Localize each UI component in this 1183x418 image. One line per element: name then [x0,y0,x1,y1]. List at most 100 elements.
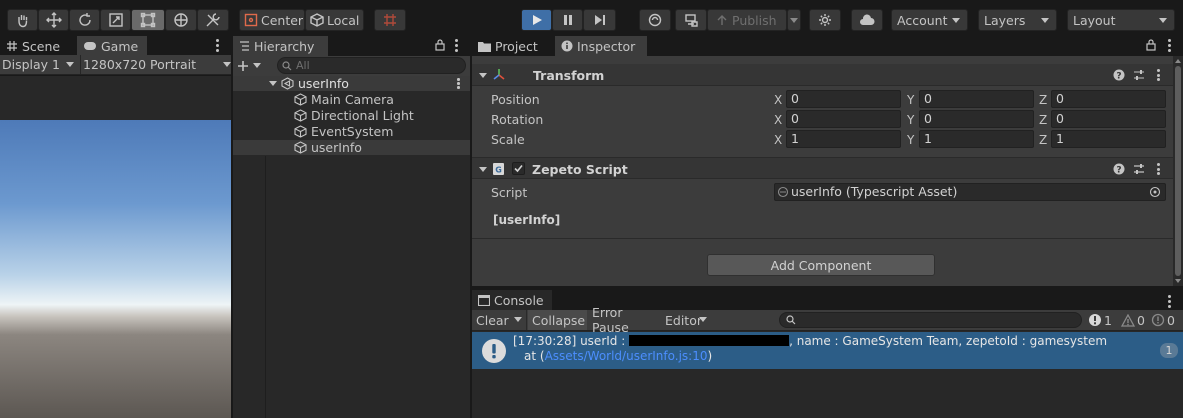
chevron-down-icon [952,18,960,23]
list-item-selected[interactable]: userInfo [233,140,470,155]
scale-y-field[interactable]: 1 [919,130,1034,148]
scale-z-field[interactable]: 1 [1051,130,1166,148]
clear-label: Clear [476,312,509,328]
chevron-up-icon[interactable] [1175,59,1181,63]
step-icon [594,15,605,25]
rect-tool-button[interactable] [131,9,165,31]
hierarchy-search[interactable]: All [277,57,466,74]
layers-dropdown[interactable]: Layers [978,9,1057,31]
console-log-entry[interactable]: [17:30:28] userId : , name : GameSystem … [472,332,1183,369]
console-search[interactable] [779,312,1082,328]
position-y-field[interactable]: 0 [919,90,1034,108]
scene-row[interactable]: userInfo [233,76,470,91]
zepeto-sync-button[interactable] [639,9,671,31]
zepeto-settings-button[interactable] [809,9,841,31]
tab-game[interactable]: Game [77,36,147,56]
help-icon[interactable]: ? [1113,163,1125,175]
component-enabled-checkbox[interactable] [512,162,525,175]
cloud-button[interactable] [851,9,883,31]
resolution-dropdown[interactable]: 1280x720 Portrait [80,55,231,74]
grid-snap-button[interactable] [374,9,406,31]
kebab-menu-icon[interactable] [455,39,458,54]
info-filter-toggle[interactable]: 1 [1086,310,1120,330]
chevron-down-icon [1159,18,1167,23]
lock-icon[interactable] [435,39,445,51]
lock-icon[interactable] [1146,39,1156,51]
chevron-down-icon[interactable] [269,81,277,86]
kebab-menu-icon[interactable] [1157,163,1160,177]
list-item-label: Directional Light [311,108,414,123]
kebab-menu-icon[interactable] [457,78,460,90]
add-component-button[interactable]: Add Component [707,254,935,276]
move-tool-button[interactable] [38,9,69,31]
pivot-mode-button[interactable]: Center [239,9,305,31]
list-item[interactable]: Main Camera [233,92,470,107]
search-placeholder: All [296,59,310,72]
kebab-menu-icon[interactable] [1157,69,1160,83]
warning-filter-toggle[interactable]: 0 [1120,310,1150,330]
tab-project[interactable]: Project [472,36,554,56]
inspector-scrollbar[interactable] [1173,56,1183,286]
console-tabbar: Console [472,290,1183,310]
editor-dropdown[interactable]: Editor [661,310,711,330]
rotation-y-field[interactable]: 0 [919,110,1034,128]
kebab-menu-icon[interactable] [1168,295,1171,310]
chevron-down-icon[interactable] [479,167,487,172]
tab-inspector[interactable]: Inspector [555,36,647,56]
zepeto-devices-button[interactable] [675,9,707,31]
transform-header[interactable]: Transform ? [472,64,1173,86]
scale-x-field[interactable]: 1 [786,130,901,148]
display-dropdown[interactable]: Display 1 [2,55,78,74]
transform-tool-button[interactable] [165,9,197,31]
svg-text:?: ? [1116,166,1121,176]
chevron-down-icon[interactable] [479,73,487,78]
custom-tool-button[interactable] [197,9,229,31]
script-object-field[interactable]: userInfo (Typescript Asset) [774,183,1166,201]
rotate-tool-button[interactable] [69,9,100,31]
rotation-z-field[interactable]: 0 [1051,110,1166,128]
preset-sliders-icon[interactable] [1133,163,1145,175]
list-item[interactable]: Directional Light [233,108,470,123]
create-button[interactable] [237,57,267,74]
scale-tool-button[interactable] [100,9,131,31]
gameobject-cube-icon [294,93,307,106]
play-button[interactable] [521,9,552,31]
grid-snap-icon [384,14,396,26]
error-filter-toggle[interactable]: 0 [1150,310,1183,330]
console-icon [478,294,490,306]
publish-button[interactable]: Publish [707,9,787,31]
hand-tool-button[interactable] [7,9,38,31]
tab-hierarchy[interactable]: Hierarchy [233,36,328,56]
collapse-toggle[interactable]: Collapse [528,310,587,330]
console-panel: Console Clear Collapse Error Pause Edito… [472,290,1183,418]
kebab-menu-icon[interactable] [216,39,219,54]
error-pause-toggle[interactable]: Error Pause [588,305,660,335]
clear-dropdown[interactable]: Clear [472,310,527,330]
zepeto-script-header[interactable]: G Zepeto Script ? [472,157,1173,179]
preset-sliders-icon[interactable] [1133,69,1145,81]
rotation-x-field[interactable]: 0 [786,110,901,128]
pause-button[interactable] [552,9,583,31]
cloud-icon [860,14,875,25]
log-message-line: [17:30:28] userId : , name : GameSystem … [513,334,1107,348]
check-icon [514,164,523,173]
tab-console[interactable]: Console [472,290,552,310]
list-item-label: userInfo [311,140,362,155]
object-picker-icon[interactable] [1149,186,1161,198]
kebab-menu-icon[interactable] [1168,39,1171,54]
chevron-down-icon[interactable] [1175,279,1181,283]
step-button[interactable] [583,9,616,31]
space-mode-button[interactable]: Local [305,9,364,31]
game-view-render[interactable] [0,120,231,418]
help-icon[interactable]: ? [1113,69,1125,81]
position-z-field[interactable]: 0 [1051,90,1166,108]
source-link[interactable]: Assets/World/userInfo.js:10 [545,349,708,363]
account-dropdown[interactable]: Account [891,9,968,31]
chevron-down-icon [253,63,261,68]
publish-dropdown-button[interactable] [787,9,801,31]
list-item[interactable]: EventSystem [233,124,470,139]
position-x-field[interactable]: 0 [786,90,901,108]
tab-scene[interactable]: Scene [0,36,76,56]
layout-dropdown[interactable]: Layout [1067,9,1175,31]
scrollbar-thumb[interactable] [1175,66,1181,276]
